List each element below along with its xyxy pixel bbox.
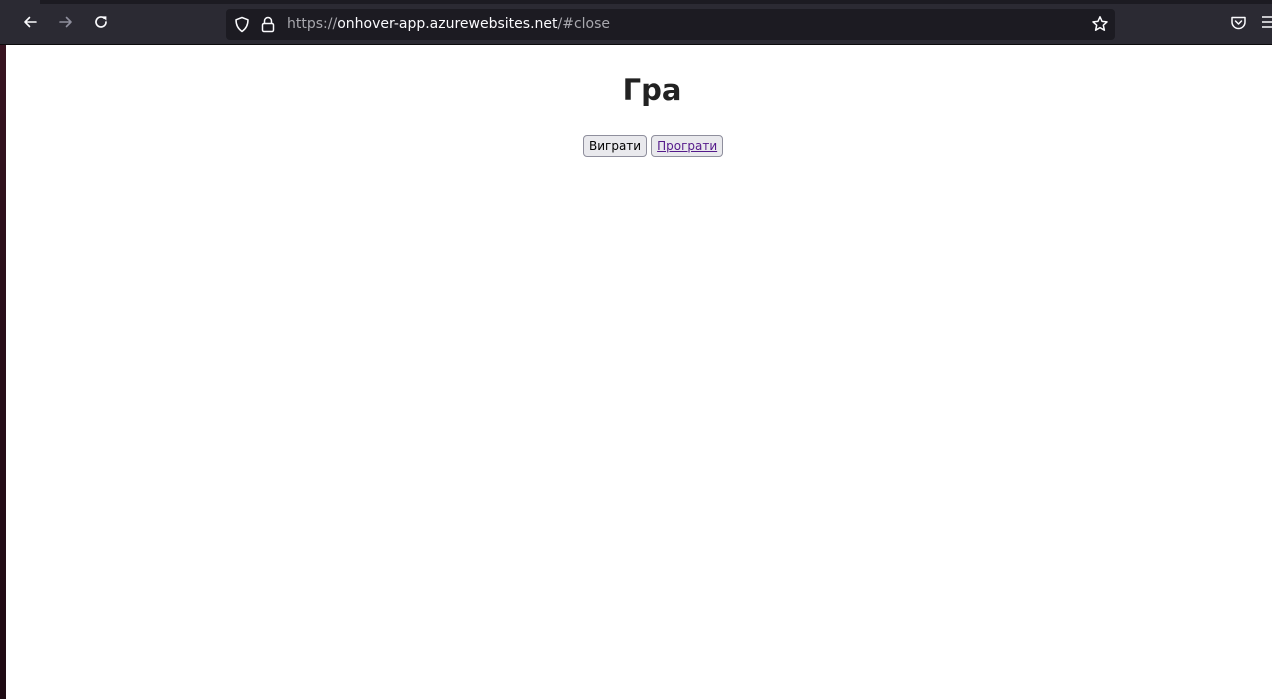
hamburger-menu-icon[interactable] bbox=[1262, 15, 1272, 29]
back-arrow-icon bbox=[24, 16, 37, 28]
reload-icon bbox=[95, 16, 107, 28]
lock-icon[interactable] bbox=[261, 16, 275, 33]
forward-button[interactable] bbox=[52, 8, 80, 36]
url-text[interactable]: https://onhover-app.azurewebsites.net/#c… bbox=[287, 16, 610, 33]
browser-toolbar: https://onhover-app.azurewebsites.net/#c… bbox=[0, 0, 1272, 45]
address-bar[interactable]: https://onhover-app.azurewebsites.net/#c… bbox=[226, 9, 1115, 40]
shield-icon[interactable] bbox=[234, 16, 250, 33]
page-content: Гра Виграти Програти bbox=[6, 45, 1272, 699]
url-scheme: https:// bbox=[287, 16, 338, 32]
star-icon[interactable] bbox=[1091, 15, 1109, 33]
win-button[interactable]: Виграти bbox=[583, 135, 648, 157]
button-group: Виграти Програти bbox=[583, 135, 724, 157]
url-path: /#close bbox=[557, 16, 611, 32]
tab-strip-edge bbox=[40, 0, 1272, 4]
url-host: onhover-app.azurewebsites.net bbox=[337, 16, 558, 32]
pocket-icon[interactable] bbox=[1230, 15, 1247, 31]
lose-button[interactable]: Програти bbox=[651, 135, 724, 157]
back-button[interactable] bbox=[16, 8, 44, 36]
forward-arrow-icon bbox=[59, 16, 72, 28]
reload-button[interactable] bbox=[87, 8, 115, 36]
page-title: Гра bbox=[622, 73, 682, 107]
